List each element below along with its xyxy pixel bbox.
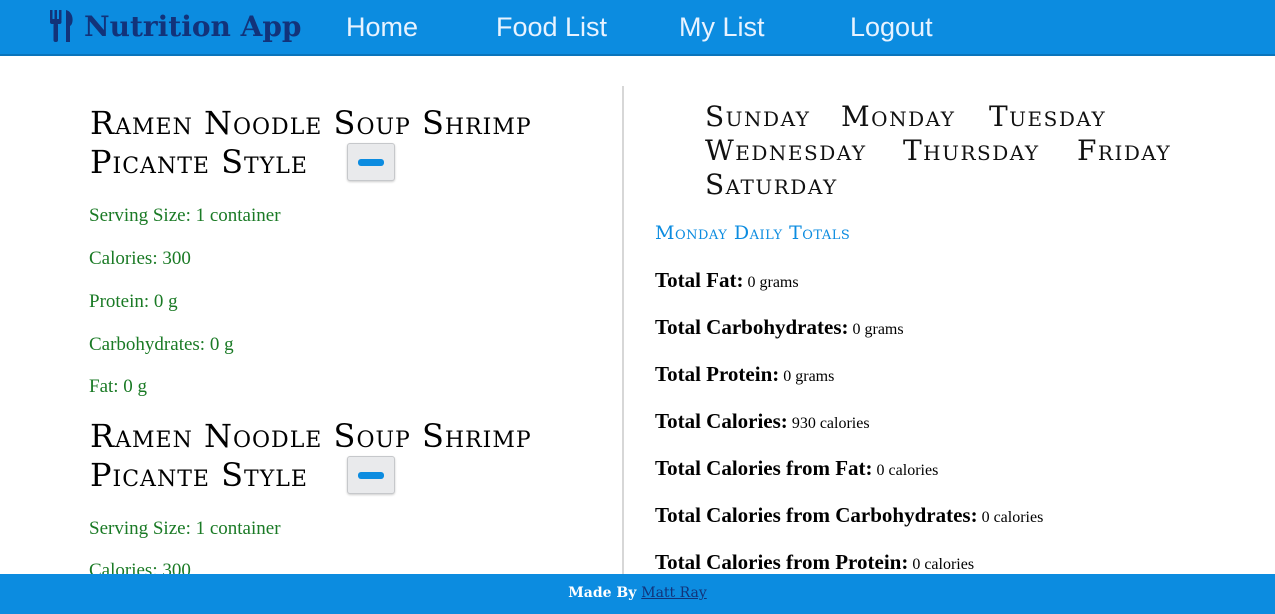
minus-icon (358, 471, 384, 479)
total-label: Total Calories from Fat: (655, 456, 873, 480)
footer-credit-text: Made By (568, 585, 637, 601)
total-calories-from-protein-row: Total Calories from Protein: 0 calories (655, 550, 974, 575)
navbar: Nutrition App Home Food List My List Log… (0, 0, 1275, 56)
remove-food-button[interactable] (347, 456, 395, 494)
total-value: 0 grams (783, 368, 835, 385)
nav-logout-link[interactable]: Logout (850, 10, 933, 44)
food-carbohydrates: Carbohydrates: 0 g (89, 334, 234, 355)
nav-my-list-link[interactable]: My List (679, 10, 765, 44)
day-link-saturday[interactable]: Saturday (705, 168, 838, 201)
total-value: 930 calories (791, 415, 870, 432)
brand-link[interactable]: Nutrition App (48, 6, 302, 46)
food-protein: Protein: 0 g (89, 291, 178, 312)
remove-food-button[interactable] (347, 143, 395, 181)
brand-text: Nutrition App (84, 9, 302, 43)
food-calories: Calories: 300 (89, 560, 191, 574)
food-serving-size: Serving Size: 1 container (89, 518, 281, 539)
total-calories-from-fat-row: Total Calories from Fat: 0 calories (655, 456, 938, 481)
total-calories-from-carbohydrates-row: Total Calories from Carbohydrates: 0 cal… (655, 503, 1043, 528)
day-link-tuesday[interactable]: Tuesday (989, 100, 1106, 133)
total-value: 0 calories (981, 509, 1044, 526)
total-label: Total Calories from Carbohydrates: (655, 503, 978, 527)
total-value: 0 grams (852, 321, 904, 338)
total-label: Total Carbohydrates: (655, 315, 849, 339)
utensils-icon (50, 10, 73, 42)
total-value: 0 calories (876, 462, 939, 479)
total-fat-row: Total Fat: 0 grams (655, 268, 799, 293)
total-protein-row: Total Protein: 0 grams (655, 362, 834, 387)
food-title: Ramen Noodle Soup Shrimp Picante Style (90, 417, 532, 494)
food-serving-size: Serving Size: 1 container (89, 205, 281, 226)
food-title: Ramen Noodle Soup Shrimp Picante Style (90, 104, 532, 181)
day-link-thursday[interactable]: Thursday (903, 134, 1040, 167)
total-carbohydrates-row: Total Carbohydrates: 0 grams (655, 315, 904, 340)
total-calories-row: Total Calories: 930 calories (655, 409, 870, 434)
column-divider (622, 86, 624, 574)
total-label: Total Protein: (655, 362, 780, 386)
footer: Made By Matt Ray (0, 574, 1275, 614)
total-label: Total Fat: (655, 268, 744, 292)
day-link-wednesday[interactable]: Wednesday (705, 134, 867, 167)
day-link-friday[interactable]: Friday (1077, 134, 1171, 167)
total-label: Total Calories from Protein: (655, 550, 909, 574)
total-label: Total Calories: (655, 409, 788, 433)
nav-home-link[interactable]: Home (346, 10, 418, 44)
author-link[interactable]: Matt Ray (641, 585, 707, 601)
day-link-sunday[interactable]: Sunday (705, 100, 810, 133)
day-link-monday[interactable]: Monday (841, 100, 955, 133)
total-value: 0 grams (747, 274, 799, 291)
daily-totals-heading: Monday Daily Totals (655, 222, 851, 244)
minus-icon (358, 158, 384, 166)
nav-food-list-link[interactable]: Food List (496, 10, 607, 44)
food-calories: Calories: 300 (89, 248, 191, 269)
food-list-panel: Ramen Noodle Soup Shrimp Picante Style S… (0, 58, 622, 574)
food-fat: Fat: 0 g (89, 376, 148, 397)
total-value: 0 calories (912, 556, 975, 573)
